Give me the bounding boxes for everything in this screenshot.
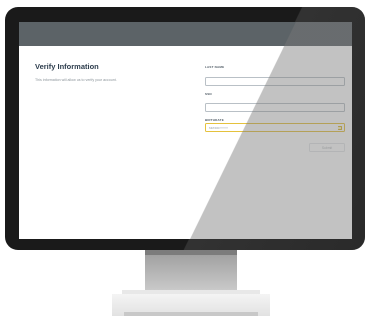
stand-neck-shadow (145, 250, 237, 255)
last-name-label: LAST NAME (205, 65, 225, 69)
birthdate-placeholder: MM/DD/YYYY (209, 126, 229, 130)
monitor-frame: Verify Information This information will… (5, 7, 365, 250)
ssn-input[interactable] (205, 103, 345, 112)
page-title: Verify Information (35, 62, 99, 71)
app-header-bar (19, 22, 352, 46)
verify-form: LAST NAME SSN BIRTHDATE MM/DD/YYYY Submi… (205, 65, 345, 152)
page-subtitle: This information will allow us to verify… (35, 78, 117, 82)
birthdate-input[interactable]: MM/DD/YYYY (205, 123, 345, 132)
last-name-input[interactable] (205, 76, 345, 86)
screen: Verify Information This information will… (19, 22, 352, 239)
calendar-icon[interactable] (337, 125, 342, 130)
monitor-stand-neck (145, 250, 237, 290)
stand-base-edge (124, 312, 258, 316)
birthdate-label: BIRTHDATE (205, 118, 224, 122)
submit-button[interactable]: Submit (309, 143, 345, 152)
ssn-label: SSN (205, 91, 212, 96)
intro-section: Verify Information This information will… (35, 62, 195, 82)
